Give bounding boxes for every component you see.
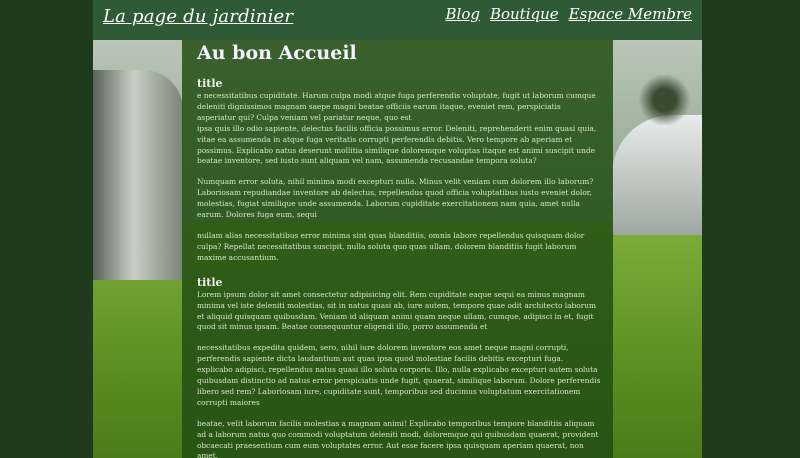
tree [637, 75, 692, 125]
nav-espace-membre[interactable]: Espace Membre [569, 5, 692, 23]
nav-blog[interactable]: Blog [446, 5, 480, 23]
section-paragraph: Numquam error soluta, nihil minima modi … [197, 177, 594, 220]
page-frame: La page du jardinier Blog Boutique Espac… [93, 0, 702, 458]
section-paragraph: e necessitatibus cupiditate. Harum culpa… [197, 91, 596, 122]
section-paragraph: necessitatibus expedita quidem, sero, ni… [197, 343, 601, 407]
main-content: Au bon Accueil title e necessitatibus cu… [197, 40, 601, 458]
nav-boutique[interactable]: Boutique [490, 5, 559, 23]
section-paragraph: ipsa quis illo odio sapiente, delectus f… [197, 123, 597, 166]
section-paragraph: nullam alias necessitatibus error minima… [197, 230, 585, 262]
greenhouse-left [93, 70, 183, 280]
page-title: Au bon Accueil [197, 42, 357, 64]
site-logo-link[interactable]: La page du jardinier [103, 6, 293, 27]
section-paragraph: beatae, velit laborum facilis molestias … [197, 418, 599, 458]
main-nav: Blog Boutique Espace Membre [446, 5, 693, 23]
site-header: La page du jardinier Blog Boutique Espac… [93, 0, 702, 40]
section-title: title [197, 275, 223, 289]
section-paragraph: Lorem ipsum dolor sit amet consectetur a… [197, 289, 597, 332]
section-title: title [197, 77, 223, 90]
